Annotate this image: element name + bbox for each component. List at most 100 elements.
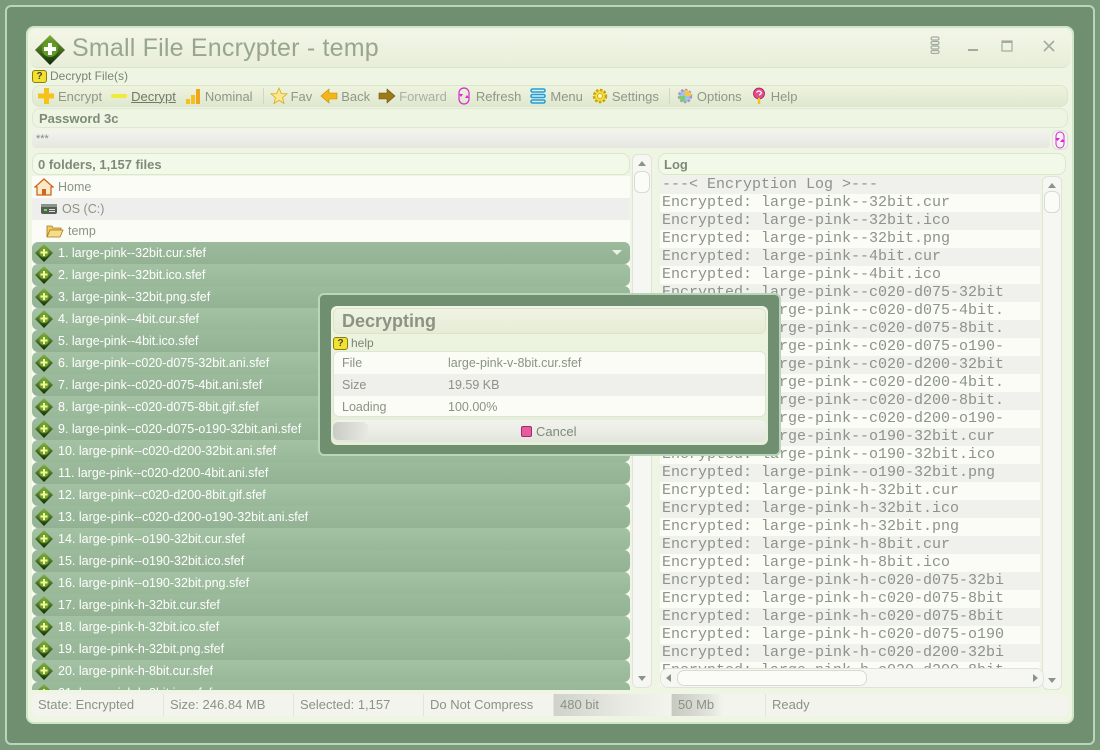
- file-row[interactable]: 18. large-pink-h-32bit.ico.sfef: [32, 616, 630, 638]
- dialog-key: Size: [342, 378, 367, 392]
- menu-icon: [530, 88, 547, 104]
- file-count-header: 0 folders, 1,157 files: [32, 153, 630, 175]
- nav-folder[interactable]: temp: [32, 220, 630, 242]
- fav-button[interactable]: Fav: [268, 86, 319, 106]
- scroll-down-arrow-icon[interactable]: [1048, 678, 1056, 683]
- file-name: 14. large-pink--o190-32bit.cur.sfef: [58, 532, 245, 546]
- maximize-icon: [1001, 40, 1013, 52]
- settings-label: Settings: [611, 88, 659, 104]
- nav-drive-label: OS (C:): [62, 202, 105, 216]
- encrypt-button[interactable]: Encrypt: [35, 86, 108, 106]
- maximize-button[interactable]: [994, 36, 1020, 60]
- dialog-row-loading: Loading 100.00%: [334, 396, 765, 416]
- file-row[interactable]: 13. large-pink--c020-d200-o190-32bit.ani…: [32, 506, 630, 528]
- log-vertical-scrollbar[interactable]: [1042, 176, 1062, 690]
- file-name: 9. large-pink--c020-d075-o190-32bit.ani.…: [58, 422, 302, 436]
- log-horizontal-scrollbar[interactable]: [660, 668, 1044, 688]
- drive-icon: [41, 204, 57, 214]
- dialog-value: large-pink-v-8bit.cur.sfef: [448, 356, 582, 370]
- menu-label: Menu: [550, 88, 583, 104]
- arrow-left-icon: [320, 88, 338, 104]
- help-button[interactable]: Help: [748, 86, 804, 106]
- encrypted-file-icon: [35, 420, 53, 438]
- title-bar[interactable]: Small File Encrypter - temp: [30, 30, 1070, 68]
- encrypted-file-icon: [35, 596, 53, 614]
- toolbar-separator: [668, 88, 670, 104]
- options-button[interactable]: Options: [674, 86, 748, 106]
- dialog-key: File: [342, 356, 363, 370]
- refresh-button[interactable]: Refresh: [453, 86, 528, 106]
- refresh-label: Refresh: [475, 88, 522, 104]
- file-row[interactable]: 12. large-pink--c020-d200-8bit.gif.sfef: [32, 484, 630, 506]
- help-label: Help: [770, 88, 798, 104]
- file-row[interactable]: 14. large-pink--o190-32bit.cur.sfef: [32, 528, 630, 550]
- status-compression[interactable]: Do Not Compress: [424, 694, 554, 716]
- scroll-up-arrow-icon[interactable]: [638, 161, 646, 166]
- log-line: Encrypted: large-pink-h-8bit.cur: [660, 536, 1040, 554]
- encrypted-file-icon: [35, 244, 53, 262]
- question-icon: ?: [333, 336, 348, 350]
- file-name: 4. large-pink--4bit.cur.sfef: [58, 312, 200, 326]
- file-row[interactable]: 11. large-pink--c020-d200-4bit.ani.sfef: [32, 462, 630, 484]
- nav-home-label: Home: [58, 180, 92, 194]
- file-row[interactable]: 1. large-pink--32bit.cur.sfef: [32, 242, 630, 264]
- dialog-body: Decrypting ? help File large-pink-v-8bit…: [331, 306, 768, 445]
- log-line: Encrypted: large-pink--o190-32bit.png: [660, 464, 1040, 482]
- file-row[interactable]: 21. large-pink-h-8bit.ico.sfef: [32, 682, 630, 690]
- encrypted-file-icon: [35, 530, 53, 548]
- dialog-help-link[interactable]: ? help: [333, 336, 374, 350]
- settings-button[interactable]: Settings: [589, 86, 665, 106]
- file-row[interactable]: 20. large-pink-h-8bit.cur.sfef: [32, 660, 630, 682]
- decrypt-button[interactable]: Decrypt: [108, 86, 182, 106]
- scroll-down-arrow-icon[interactable]: [638, 676, 646, 681]
- password-input[interactable]: [32, 130, 1050, 148]
- file-name: 16. large-pink--o190-32bit.png.sfef: [58, 576, 250, 590]
- arrow-right-icon: [378, 88, 396, 104]
- encrypted-file-icon: [35, 376, 53, 394]
- file-name: 21. large-pink-h-8bit.ico.sfef: [58, 686, 212, 690]
- cancel-button[interactable]: Cancel: [521, 422, 576, 440]
- password-label: Password 3c: [32, 108, 1068, 128]
- scroll-left-arrow-icon[interactable]: [666, 674, 671, 682]
- file-row[interactable]: 16. large-pink--o190-32bit.png.sfef: [32, 572, 630, 594]
- swap-icon: [1055, 131, 1065, 149]
- scroll-thumb[interactable]: [1044, 191, 1060, 213]
- file-name: 5. large-pink--4bit.ico.sfef: [58, 334, 199, 348]
- window-menu-button[interactable]: [922, 36, 948, 60]
- close-icon: [1043, 40, 1055, 52]
- dialog-key: Loading: [342, 400, 387, 414]
- refresh-icon: [458, 87, 470, 105]
- password-toggle-button[interactable]: [1052, 130, 1068, 150]
- nav-home[interactable]: Home: [32, 176, 630, 198]
- toolbar-separator: [262, 88, 264, 104]
- close-button[interactable]: [1036, 36, 1062, 60]
- scroll-up-arrow-icon[interactable]: [1048, 183, 1056, 188]
- nav-folder-label: temp: [68, 224, 96, 238]
- encrypted-file-icon: [35, 266, 53, 284]
- file-row[interactable]: 15. large-pink--o190-32bit.ico.sfef: [32, 550, 630, 572]
- file-row[interactable]: 19. large-pink-h-32bit.png.sfef: [32, 638, 630, 660]
- minimize-button[interactable]: [960, 36, 986, 60]
- scroll-thumb[interactable]: [677, 670, 867, 686]
- log-line: Encrypted: large-pink-h-c020-d075-32bi: [660, 572, 1040, 590]
- scroll-right-arrow-icon[interactable]: [1033, 674, 1038, 682]
- back-button[interactable]: Back: [318, 86, 376, 106]
- scroll-thumb[interactable]: [634, 171, 650, 193]
- options-label: Options: [696, 88, 742, 104]
- status-key-bits[interactable]: 480 bit: [554, 694, 672, 716]
- file-row[interactable]: 17. large-pink-h-32bit.cur.sfef: [32, 594, 630, 616]
- help-icon: [752, 87, 765, 104]
- menu-button[interactable]: Menu: [527, 86, 589, 106]
- nominal-button[interactable]: Nominal: [182, 86, 259, 106]
- log-line: Encrypted: large-pink--4bit.ico: [662, 266, 942, 283]
- log-line: Encrypted: large-pink--4bit.cur: [660, 248, 1040, 266]
- file-name: 6. large-pink--c020-d075-32bit.ani.sfef: [58, 356, 270, 370]
- file-row[interactable]: 2. large-pink--32bit.ico.sfef: [32, 264, 630, 286]
- minimize-icon: [968, 49, 978, 51]
- file-name: 7. large-pink--c020-d075-4bit.ani.sfef: [58, 378, 263, 392]
- file-name: 1. large-pink--32bit.cur.sfef: [58, 246, 206, 260]
- chevron-down-icon[interactable]: [612, 250, 622, 255]
- forward-button[interactable]: Forward: [376, 86, 453, 106]
- nav-drive[interactable]: OS (C:): [32, 198, 630, 220]
- status-memory[interactable]: 50 Mb: [672, 694, 766, 716]
